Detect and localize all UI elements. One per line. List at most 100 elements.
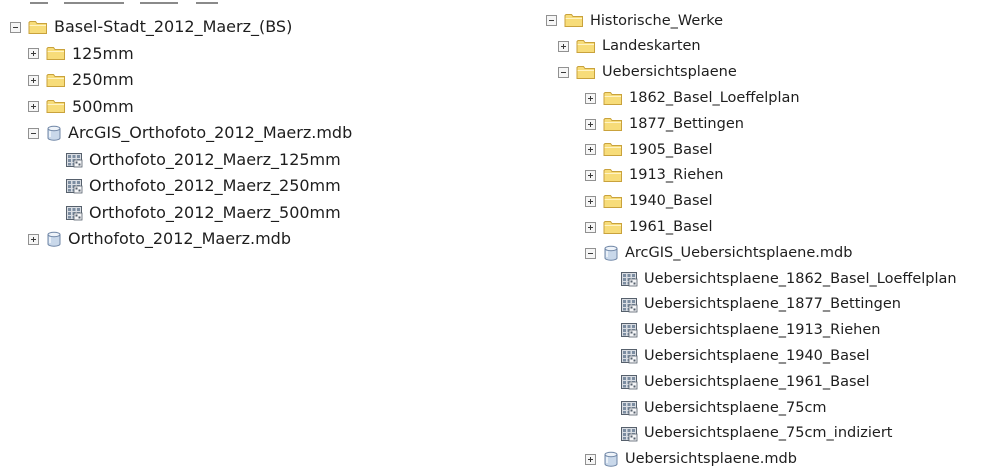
raster-dataset-icon bbox=[620, 297, 638, 313]
folder-icon bbox=[576, 39, 596, 54]
database-icon bbox=[603, 245, 619, 261]
node-label: Uebersichtsplaene.mdb bbox=[625, 451, 797, 468]
raster-dataset-icon bbox=[65, 205, 83, 221]
folder-icon bbox=[46, 46, 66, 61]
tree-node-raster[interactable]: Uebersichtsplaene_1913_Riehen bbox=[546, 318, 957, 344]
tree-node-folder[interactable]: 1905_Basel bbox=[546, 137, 957, 163]
node-label: 250mm bbox=[72, 70, 134, 90]
expand-icon[interactable] bbox=[585, 118, 596, 130]
node-label: Historische_Werke bbox=[590, 12, 724, 29]
node-label: Orthofoto_2012_Maerz_250mm bbox=[89, 176, 341, 196]
expand-icon[interactable] bbox=[28, 101, 39, 113]
tree-node-raster[interactable]: Uebersichtsplaene_1862_Basel_Loeffelplan bbox=[546, 266, 957, 292]
database-icon bbox=[603, 451, 619, 468]
collapse-icon[interactable] bbox=[28, 127, 39, 139]
node-label: 1877_Bettingen bbox=[629, 115, 744, 132]
tree-node-folder[interactable]: 1862_Basel_Loeffelplan bbox=[546, 85, 957, 111]
folder-icon bbox=[46, 99, 66, 114]
tree-node-folder[interactable]: 500mm bbox=[10, 94, 352, 121]
folder-icon bbox=[46, 73, 66, 88]
raster-dataset-icon bbox=[620, 426, 638, 442]
node-label: ArcGIS_Orthofoto_2012_Maerz.mdb bbox=[68, 123, 353, 143]
node-label: Uebersichtsplaene_75cm bbox=[644, 399, 827, 416]
node-label: Uebersichtsplaene bbox=[602, 64, 737, 81]
node-label: Basel-Stadt_2012_Maerz_(BS) bbox=[54, 17, 293, 37]
tree-node-database[interactable]: Uebersichtsplaene.mdb bbox=[546, 447, 957, 472]
node-label: 500mm bbox=[72, 96, 134, 116]
tree-node-folder[interactable]: 125mm bbox=[10, 41, 352, 68]
tree-node-uebersichtsplaene[interactable]: Uebersichtsplaene bbox=[546, 60, 957, 86]
expand-icon[interactable] bbox=[28, 74, 39, 86]
tree-node-raster[interactable]: Uebersichtsplaene_75cm_indiziert bbox=[546, 421, 957, 447]
node-label: 125mm bbox=[72, 43, 134, 63]
raster-dataset-icon bbox=[65, 152, 83, 168]
node-label: ArcGIS_Uebersichtsplaene.mdb bbox=[625, 244, 853, 261]
node-label: Orthofoto_2012_Maerz.mdb bbox=[68, 229, 291, 249]
expand-icon[interactable] bbox=[585, 221, 596, 233]
node-label: 1905_Basel bbox=[629, 141, 713, 158]
collapse-icon[interactable] bbox=[546, 15, 557, 27]
tree-node-folder[interactable]: 1940_Basel bbox=[546, 189, 957, 215]
tree-node-raster[interactable]: Orthofoto_2012_Maerz_500mm bbox=[10, 200, 352, 227]
database-icon bbox=[46, 231, 62, 247]
expand-icon[interactable] bbox=[585, 453, 596, 465]
tree-node-landeskarten[interactable]: Landeskarten bbox=[546, 34, 957, 60]
tree-node-folder[interactable]: 1961_Basel bbox=[546, 214, 957, 240]
expand-icon[interactable] bbox=[558, 41, 569, 53]
tree-node-folder[interactable]: 250mm bbox=[10, 67, 352, 94]
collapse-icon[interactable] bbox=[558, 66, 569, 78]
folder-icon bbox=[564, 13, 584, 28]
raster-dataset-icon bbox=[620, 400, 638, 416]
node-label: Orthofoto_2012_Maerz_125mm bbox=[89, 149, 341, 169]
node-label: Landeskarten bbox=[602, 38, 701, 55]
folder-icon bbox=[603, 194, 623, 209]
clipped-row-remnant bbox=[0, 0, 380, 7]
tree-node-raster[interactable]: Uebersichtsplaene_1961_Basel bbox=[546, 369, 957, 395]
tree-node-raster[interactable]: Uebersichtsplaene_1877_Bettingen bbox=[546, 292, 957, 318]
expand-icon[interactable] bbox=[28, 48, 39, 60]
folder-icon bbox=[603, 142, 623, 157]
folder-icon bbox=[28, 20, 48, 35]
expand-icon[interactable] bbox=[585, 170, 596, 182]
folder-icon bbox=[603, 168, 623, 183]
expand-icon[interactable] bbox=[585, 195, 596, 207]
tree-node-database[interactable]: ArcGIS_Uebersichtsplaene.mdb bbox=[546, 240, 957, 266]
collapse-icon[interactable] bbox=[585, 247, 596, 259]
node-label: Uebersichtsplaene_1877_Bettingen bbox=[644, 296, 901, 313]
collapse-icon[interactable] bbox=[10, 21, 21, 33]
catalog-tree-left: Basel-Stadt_2012_Maerz_(BS) 125mm 250mm … bbox=[10, 14, 352, 253]
node-label: 1913_Riehen bbox=[629, 167, 724, 184]
node-label: 1862_Basel_Loeffelplan bbox=[629, 90, 800, 107]
folder-icon bbox=[576, 65, 596, 80]
tree-node-folder[interactable]: 1913_Riehen bbox=[546, 163, 957, 189]
tree-node-raster[interactable]: Orthofoto_2012_Maerz_250mm bbox=[10, 173, 352, 200]
raster-dataset-icon bbox=[620, 322, 638, 338]
tree-node-database[interactable]: Orthofoto_2012_Maerz.mdb bbox=[10, 226, 352, 253]
folder-icon bbox=[603, 220, 623, 235]
node-label: 1940_Basel bbox=[629, 193, 713, 210]
tree-node-folder[interactable]: 1877_Bettingen bbox=[546, 111, 957, 137]
tree-node-basel-stadt[interactable]: Basel-Stadt_2012_Maerz_(BS) bbox=[10, 14, 352, 41]
node-label: Orthofoto_2012_Maerz_500mm bbox=[89, 202, 341, 222]
raster-dataset-icon bbox=[65, 178, 83, 194]
expand-icon[interactable] bbox=[28, 233, 39, 245]
folder-icon bbox=[603, 117, 623, 132]
folder-icon bbox=[603, 91, 623, 106]
catalog-tree-right: Historische_Werke Landeskarten Uebersich… bbox=[546, 8, 957, 472]
database-icon bbox=[46, 125, 62, 141]
node-label: Uebersichtsplaene_1913_Riehen bbox=[644, 322, 881, 339]
expand-icon[interactable] bbox=[585, 144, 596, 156]
tree-node-historische-werke[interactable]: Historische_Werke bbox=[546, 8, 957, 34]
tree-node-raster[interactable]: Orthofoto_2012_Maerz_125mm bbox=[10, 147, 352, 174]
node-label: Uebersichtsplaene_1862_Basel_Loeffelplan bbox=[644, 270, 957, 287]
tree-node-raster[interactable]: Uebersichtsplaene_1940_Basel bbox=[546, 343, 957, 369]
tree-node-raster[interactable]: Uebersichtsplaene_75cm bbox=[546, 395, 957, 421]
raster-dataset-icon bbox=[620, 348, 638, 364]
node-label: Uebersichtsplaene_1940_Basel bbox=[644, 348, 870, 364]
node-label: 1961_Basel bbox=[629, 219, 713, 236]
raster-dataset-icon bbox=[620, 374, 638, 390]
node-label: Uebersichtsplaene_1961_Basel bbox=[644, 373, 870, 390]
expand-icon[interactable] bbox=[585, 92, 596, 104]
tree-node-database[interactable]: ArcGIS_Orthofoto_2012_Maerz.mdb bbox=[10, 120, 352, 147]
node-label: Uebersichtsplaene_75cm_indiziert bbox=[644, 425, 893, 442]
